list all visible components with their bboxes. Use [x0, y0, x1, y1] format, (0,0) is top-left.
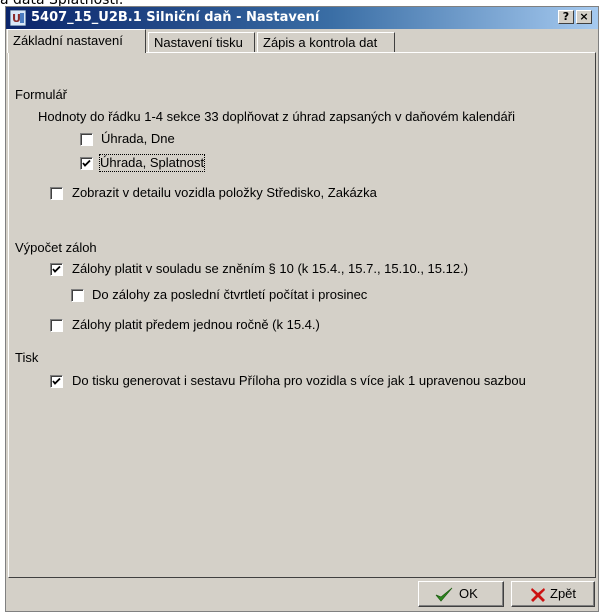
- checkmark-icon: [52, 377, 61, 385]
- svg-text:U: U: [12, 12, 21, 25]
- tab-panel-zakladni: Formulář Hodnoty do řádku 1-4 sekce 33 d…: [8, 52, 596, 578]
- tab-zakladni-nastaveni[interactable]: Základní nastavení: [7, 29, 146, 53]
- close-button[interactable]: ×: [576, 10, 592, 24]
- formular-description: Hodnoty do řádku 1-4 sekce 33 doplňovat …: [38, 109, 515, 124]
- zpet-button[interactable]: Zpět: [511, 581, 595, 607]
- tab-strip: Základní nastavení Nastavení tisku Zápis…: [6, 29, 598, 53]
- zalohy-predem-label[interactable]: Zálohy platit předem jednou ročně (k 15.…: [72, 317, 320, 333]
- window-title: 5407_15_U2B.1 Silniční daň - Nastavení: [31, 10, 320, 25]
- zalohy-predem-checkbox[interactable]: [50, 319, 63, 332]
- app-icon: U: [10, 10, 26, 26]
- section-tisk-heading: Tisk: [15, 350, 39, 365]
- do-zalohy-label[interactable]: Do zálohy za poslední čtvrtletí počítat …: [92, 287, 367, 303]
- generovat-checkbox[interactable]: [50, 375, 63, 388]
- cross-icon: [531, 588, 545, 602]
- generovat-label[interactable]: Do tisku generovat i sestavu Příloha pro…: [72, 373, 526, 389]
- zobrazit-checkbox[interactable]: [50, 187, 63, 200]
- do-zalohy-checkbox[interactable]: [71, 289, 84, 302]
- check-icon: [435, 587, 453, 602]
- uhrada-dne-checkbox[interactable]: [80, 133, 93, 146]
- tab-zapis-kontrola-dat[interactable]: Zápis a kontrola dat: [257, 32, 395, 53]
- uhrada-splatnost-checkbox[interactable]: [80, 157, 93, 170]
- zpet-button-label: Zpět: [550, 586, 577, 601]
- title-bar[interactable]: U 5407_15_U2B.1 Silniční daň - Nastavení…: [6, 7, 598, 29]
- zalohy-souladu-checkbox[interactable]: [50, 263, 63, 276]
- ok-button[interactable]: OK: [418, 581, 504, 607]
- zobrazit-label[interactable]: Zobrazit v detailu vozidla položky Střed…: [72, 185, 377, 201]
- uhrada-splatnost-label[interactable]: Úhrada, Splatnost: [98, 154, 206, 172]
- uhrada-dne-label[interactable]: Úhrada, Dne: [101, 131, 175, 147]
- checkmark-icon: [52, 265, 61, 273]
- help-button[interactable]: ?: [558, 10, 574, 24]
- settings-dialog: U 5407_15_U2B.1 Silniční daň - Nastavení…: [5, 6, 599, 612]
- checkmark-icon: [82, 159, 91, 167]
- tab-nastaveni-tisku[interactable]: Nastavení tisku: [148, 32, 255, 53]
- section-formular-heading: Formulář: [15, 87, 68, 102]
- ok-button-label: OK: [459, 586, 478, 601]
- zalohy-souladu-label[interactable]: Zálohy platit v souladu se zněním § 10 (…: [72, 261, 468, 277]
- section-vypocet-heading: Výpočet záloh: [15, 240, 97, 255]
- button-bar: OK Zpět: [8, 579, 596, 609]
